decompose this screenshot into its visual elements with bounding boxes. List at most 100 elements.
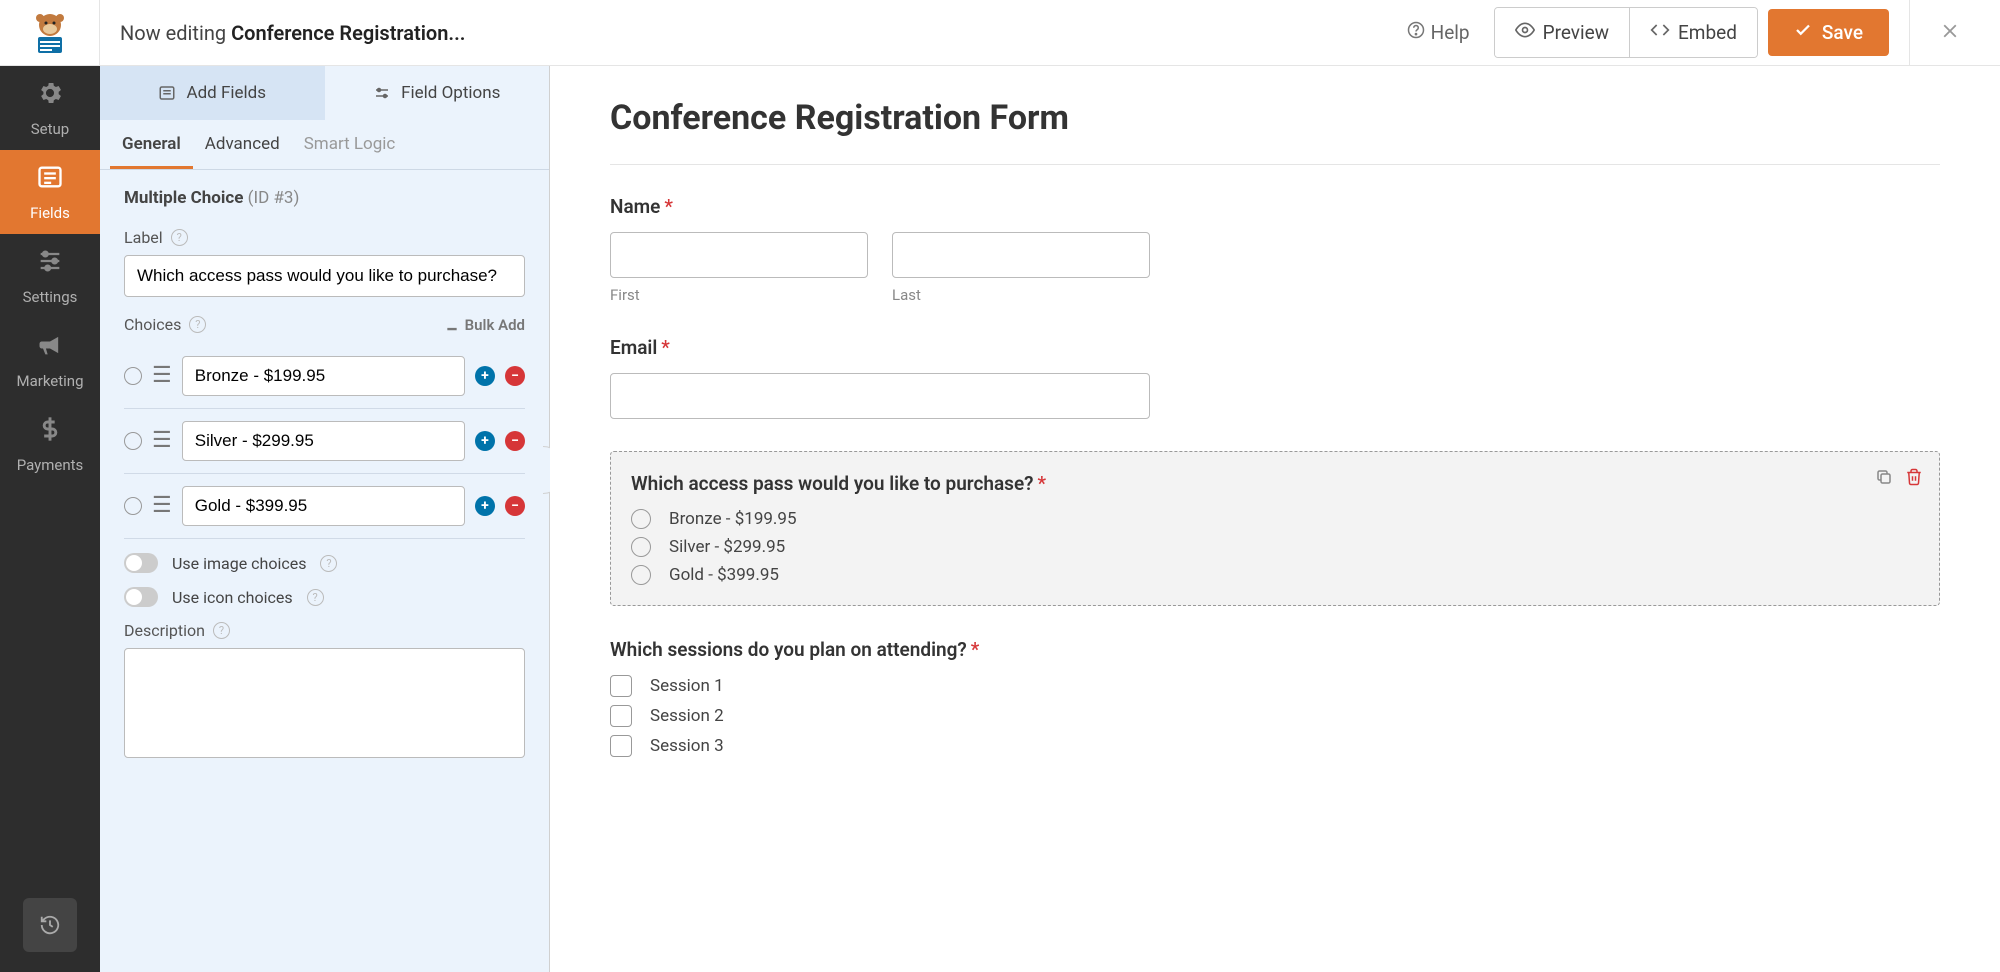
rail-marketing[interactable]: Marketing [0, 318, 100, 402]
preview-button[interactable]: Preview [1495, 8, 1630, 57]
field-tools [1875, 468, 1923, 491]
drag-handle-icon[interactable]: ☰ [152, 430, 172, 452]
add-choice-button[interactable]: + [475, 431, 495, 451]
default-radio[interactable] [124, 367, 142, 385]
rail-marketing-label: Marketing [16, 372, 83, 390]
label-label: Label ? [124, 228, 525, 247]
field-sessions[interactable]: Which sessions do you plan on attending?… [610, 638, 1940, 757]
list-item[interactable]: Session 2 [610, 705, 1940, 727]
rail-settings-label: Settings [23, 288, 78, 306]
help-link[interactable]: Help [1407, 21, 1470, 44]
required-asterisk: * [661, 336, 670, 359]
dollar-icon [36, 415, 64, 450]
add-choice-button[interactable]: + [475, 366, 495, 386]
left-rail: Setup Fields Settings Marketing Payments [0, 66, 100, 972]
rail-fields-label: Fields [30, 204, 70, 222]
sessions-label: Which sessions do you plan on attending?… [610, 638, 1940, 661]
required-asterisk: * [664, 195, 673, 218]
save-button[interactable]: Save [1768, 9, 1889, 56]
checkbox-icon [610, 675, 632, 697]
remove-choice-button[interactable]: − [505, 366, 525, 386]
sliders-icon [36, 247, 64, 282]
email-input[interactable] [610, 373, 1150, 419]
embed-label: Embed [1678, 21, 1737, 44]
list-item[interactable]: Session 1 [610, 675, 1940, 697]
add-choice-button[interactable]: + [475, 496, 495, 516]
toolbar-actions: Help Preview Embed Save [1407, 0, 2000, 66]
first-name-input[interactable] [610, 232, 868, 278]
drag-handle-icon[interactable]: ☰ [152, 365, 172, 387]
bulk-add-link[interactable]: Bulk Add [445, 316, 525, 334]
tab-add-fields[interactable]: Add Fields [100, 66, 325, 120]
rail-payments[interactable]: Payments [0, 402, 100, 486]
list-item[interactable]: Bronze - $199.95 [631, 509, 1919, 529]
tab-field-options[interactable]: Field Options [325, 66, 550, 120]
title-form-name[interactable]: Conference Registration... [231, 21, 465, 45]
field-panel: Add Fields Field Options General Advance… [100, 66, 550, 972]
last-sublabel: Last [892, 286, 1150, 304]
choice-row: ☰ + − [124, 344, 525, 409]
required-asterisk: * [971, 638, 980, 661]
rail-payments-label: Payments [17, 456, 84, 474]
last-name-input[interactable] [892, 232, 1150, 278]
remove-choice-button[interactable]: − [505, 431, 525, 451]
default-radio[interactable] [124, 432, 142, 450]
delete-button[interactable] [1905, 468, 1923, 491]
help-label: Help [1431, 21, 1470, 44]
checkbox-icon [610, 705, 632, 727]
rail-setup-label: Setup [31, 120, 69, 138]
help-tooltip-icon[interactable]: ? [320, 555, 337, 572]
eye-icon [1515, 20, 1535, 45]
required-asterisk: * [1038, 472, 1047, 495]
rail-history[interactable] [23, 898, 77, 952]
close-button[interactable] [1920, 16, 1980, 49]
label-input[interactable] [124, 255, 525, 297]
name-label: Name* [610, 195, 1940, 218]
help-tooltip-icon[interactable]: ? [307, 589, 324, 606]
drag-handle-icon[interactable]: ☰ [152, 495, 172, 517]
code-icon [1650, 20, 1670, 45]
radio-icon [631, 509, 651, 529]
toolbar-divider [1909, 0, 1910, 66]
form-title: Conference Registration Form [610, 98, 1940, 165]
subtab-smart-logic[interactable]: Smart Logic [292, 120, 408, 169]
field-id: (ID #3) [248, 188, 300, 208]
choice-input[interactable] [182, 421, 465, 461]
bulk-add-label: Bulk Add [465, 316, 525, 334]
subtab-advanced[interactable]: Advanced [193, 120, 292, 169]
embed-button[interactable]: Embed [1630, 8, 1757, 57]
radio-icon [631, 565, 651, 585]
rail-settings[interactable]: Settings [0, 234, 100, 318]
access-label: Which access pass would you like to purc… [631, 472, 1919, 495]
rail-fields[interactable]: Fields [0, 150, 100, 234]
description-textarea[interactable] [124, 648, 525, 758]
field-access-pass[interactable]: Which access pass would you like to purc… [610, 451, 1940, 606]
top-toolbar: Now editing Conference Registration... H… [0, 0, 2000, 66]
image-choices-toggle[interactable] [124, 553, 158, 573]
help-tooltip-icon[interactable]: ? [189, 316, 206, 333]
first-sublabel: First [610, 286, 868, 304]
history-icon [39, 914, 61, 936]
choice-input[interactable] [182, 356, 465, 396]
description-label: Description ? [124, 621, 525, 640]
help-tooltip-icon[interactable]: ? [213, 622, 230, 639]
icon-choices-toggle[interactable] [124, 587, 158, 607]
preview-label: Preview [1543, 21, 1609, 44]
list-item[interactable]: Silver - $299.95 [631, 537, 1919, 557]
field-name[interactable]: Name* First Last [610, 195, 1940, 304]
duplicate-button[interactable] [1875, 468, 1893, 491]
default-radio[interactable] [124, 497, 142, 515]
choice-input[interactable] [182, 486, 465, 526]
remove-choice-button[interactable]: − [505, 496, 525, 516]
subtab-general[interactable]: General [110, 120, 193, 169]
list-item[interactable]: Gold - $399.95 [631, 565, 1919, 585]
close-icon [1939, 20, 1961, 42]
panel-body: Multiple Choice (ID #3) Label ? Choices … [100, 170, 549, 972]
field-email[interactable]: Email* [610, 336, 1940, 419]
logo[interactable] [0, 0, 100, 66]
list-item[interactable]: Session 3 [610, 735, 1940, 757]
choice-row: ☰ + − [124, 474, 525, 539]
choices-label: Choices ? [124, 315, 445, 334]
help-tooltip-icon[interactable]: ? [171, 229, 188, 246]
rail-setup[interactable]: Setup [0, 66, 100, 150]
